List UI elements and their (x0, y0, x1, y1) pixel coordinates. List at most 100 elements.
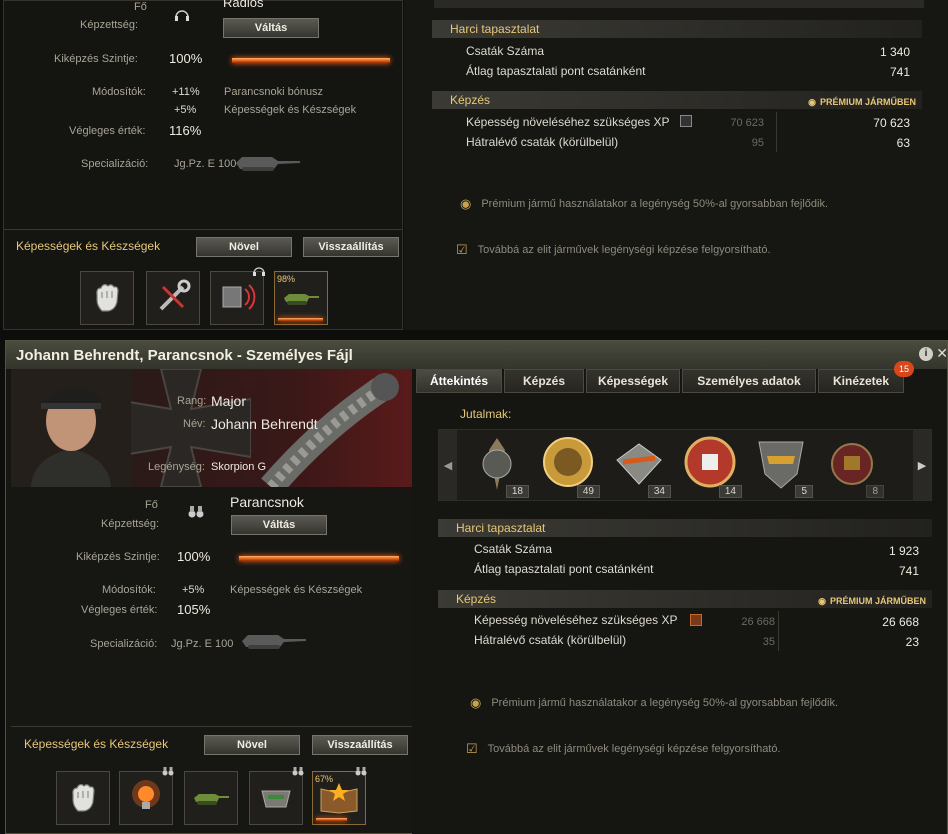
title-bar[interactable]: Johann Behrendt, Parancsnok - Személyes … (6, 341, 948, 369)
tab-appearance[interactable]: Kinézetek (818, 369, 904, 393)
skill-slot-brotherhood[interactable] (80, 271, 134, 325)
premium-tank-icon (690, 614, 702, 626)
training-label: Kiképzés Szintje: (54, 53, 138, 65)
close-icon[interactable]: ✕ (936, 345, 948, 362)
xp-needed-label: Képesség növeléséhez szükséges XP (466, 115, 670, 129)
medal[interactable]: 14 (680, 430, 746, 500)
xp-normal-value: 70 623 (730, 117, 764, 129)
medal[interactable]: 34 (609, 430, 675, 500)
skill-progress-text: 67% (315, 774, 334, 784)
elite-note-text: Továbbá az elit járművek legénységi képz… (477, 244, 771, 256)
checkbox-icon: ☑ (466, 741, 478, 756)
modifier-value: +5% (174, 104, 197, 116)
final-value-label: Végleges érték: (81, 604, 158, 616)
checkbox-icon: ☑ (456, 242, 468, 257)
main-qual-label: Képzettség: (80, 19, 139, 31)
training-header: Képzés ◉ PRÉMIUM JÁRMŰBEN (432, 91, 922, 109)
background-crew-window: Fő Rádiós Képzettség: Váltás Kiképzés Sz… (3, 0, 403, 330)
remaining-normal-value: 35 (762, 636, 775, 648)
skill-slot-brotherhood[interactable] (56, 771, 110, 825)
fist-icon (64, 778, 102, 819)
medal-count: 49 (576, 485, 600, 498)
binoculars-icon (188, 505, 204, 522)
increase-button[interactable]: Növel (196, 237, 292, 257)
switch-qualification-button[interactable]: Váltás (231, 515, 327, 535)
battles-value: 1 923 (888, 544, 919, 558)
skill-progress-bar (316, 818, 347, 821)
tank-icon (281, 286, 321, 311)
carousel-left-arrow[interactable]: ◀ (439, 430, 457, 500)
premium-note: ◉ Prémium jármű használatakor a legénysé… (460, 196, 828, 212)
battles-label: Csaták Száma (466, 44, 545, 58)
tab-skills[interactable]: Képességek (586, 369, 680, 393)
premium-label-text: PRÉMIUM JÁRMŰBEN (819, 97, 916, 107)
crew-value: Skorpion G (211, 461, 267, 473)
reset-button[interactable]: Visszaállítás (312, 735, 408, 755)
skill-slot-sixth-sense[interactable] (119, 767, 174, 825)
xp-needed-label: Képesség növeléséhez szükséges XP (474, 613, 678, 627)
avg-xp-label: Átlag tapasztalati pont csatánként (474, 562, 654, 576)
remaining-battles-label: Hátralévő csaták (körülbelül) (466, 135, 619, 149)
combat-exp-header: Harci tapasztalat (438, 519, 932, 537)
battles-value: 1 340 (879, 45, 910, 59)
skill-slot-repair[interactable] (146, 271, 200, 325)
fist-icon (88, 278, 126, 319)
coin-icon: ◉ (470, 695, 482, 710)
remaining-normal-value: 95 (751, 137, 764, 149)
tab-badge: 15 (894, 361, 914, 377)
spec-label: Specializáció: (90, 638, 158, 650)
main-qual-label: Fő (134, 1, 147, 13)
tab-overview[interactable]: Áttekintés (416, 369, 502, 393)
elite-note: ☑ Továbbá az elit járművek legénységi ké… (456, 242, 771, 258)
final-value: 105% (177, 602, 211, 617)
skill-slot-learning[interactable]: 67% (312, 767, 367, 825)
window-title: Johann Behrendt, Parancsnok - Személyes … (16, 347, 353, 364)
premium-note-text: Prémium jármű használatakor a legénység … (481, 198, 829, 210)
modifier-desc: Parancsnoki bónusz (224, 86, 324, 98)
skill-slot-learning[interactable]: 98% (274, 271, 328, 325)
name-label: Név: (183, 418, 206, 430)
coin-icon: ◉ (460, 196, 472, 211)
reset-button[interactable]: Visszaállítás (303, 237, 399, 257)
training-value: 100% (169, 51, 203, 66)
background-stats-panel: Harci tapasztalat Csaták Száma 1 340 Átl… (404, 0, 948, 330)
info-icon[interactable]: i (919, 347, 933, 361)
spec-value: Jg.Pz. E 100 (174, 158, 237, 170)
skills-header: Képességek és Készségek (16, 239, 161, 253)
increase-button[interactable]: Növel (204, 735, 300, 755)
skill-slot-signal[interactable] (210, 267, 265, 325)
medal[interactable]: 8 (822, 430, 888, 500)
premium-note: ◉ Prémium jármű használatakor a legénysé… (470, 695, 838, 711)
medal[interactable]: 18 (467, 430, 533, 500)
tab-personal-data[interactable]: Személyes adatok (682, 369, 816, 393)
skills-divider (11, 726, 412, 727)
skill-slot-recon[interactable] (249, 767, 304, 825)
medal-count: 5 (795, 485, 813, 498)
training-header-text: Képzés (450, 93, 491, 107)
remaining-premium-value: 63 (896, 136, 910, 150)
binoculars-icon (355, 765, 367, 779)
premium-vehicle-label: ◉ PRÉMIUM JÁRMŰBEN (818, 592, 926, 610)
binoculars-icon (162, 765, 174, 779)
medal[interactable]: 5 (751, 430, 817, 500)
remaining-battles-label: Hátralévő csaták (körülbelül) (474, 633, 627, 647)
training-header: Képzés ◉ PRÉMIUM JÁRMŰBEN (438, 590, 932, 608)
top-edge-bar (434, 0, 924, 8)
headphones-icon (253, 265, 265, 279)
tank-icon (240, 629, 310, 654)
name-value: Johann Behrendt (211, 416, 318, 432)
spec-label: Specializáció: (81, 158, 149, 170)
avg-xp-label: Átlag tapasztalati pont csatánként (466, 64, 646, 78)
carousel-right-arrow[interactable]: ▶ (913, 430, 931, 500)
personal-file-window: Johann Behrendt, Parancsnok - Személyes … (5, 340, 948, 834)
portrait-panel: Rang: Major Név: Johann Behrendt Legénys… (11, 369, 412, 487)
final-value-label: Végleges érték: (69, 125, 146, 137)
medal[interactable]: 49 (538, 430, 604, 500)
radio-signal-icon (217, 277, 257, 320)
skill-progress-text: 98% (277, 274, 296, 284)
battles-label: Csaták Száma (474, 542, 553, 556)
switch-qualification-button[interactable]: Váltás (223, 18, 319, 38)
training-label: Kiképzés Szintje: (76, 551, 160, 563)
skill-slot-tank[interactable] (184, 771, 238, 825)
tab-training[interactable]: Képzés (504, 369, 584, 393)
